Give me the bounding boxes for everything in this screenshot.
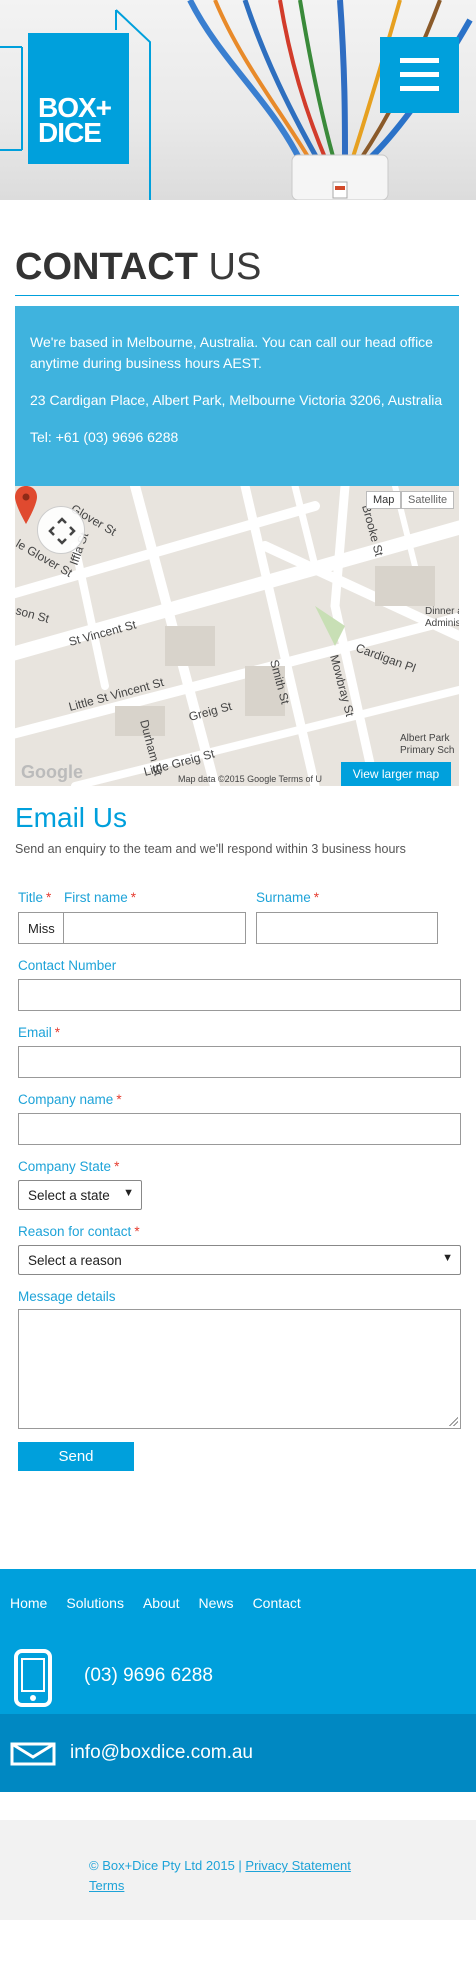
- boxdice-logo[interactable]: BOX+ DICE: [28, 33, 129, 164]
- hamburger-icon: [400, 58, 439, 63]
- footer-link-solutions[interactable]: Solutions: [66, 1595, 124, 1611]
- svg-text:Cardigan Pl: Cardigan Pl: [354, 641, 418, 676]
- email-us-title: Email Us: [15, 802, 128, 833]
- menu-button[interactable]: [380, 37, 459, 113]
- logo-wordmark: BOX+ DICE: [38, 92, 112, 148]
- privacy-link[interactable]: Privacy Statement: [245, 1858, 351, 1873]
- surname-field[interactable]: [256, 912, 438, 944]
- svg-text:Albert Park: Albert Park: [400, 733, 450, 744]
- chevron-down-icon: ▼: [442, 1252, 453, 1264]
- google-map[interactable]: Glover St le Glover St Iffla St St Vince…: [15, 486, 459, 786]
- reason-select[interactable]: Select a reason ▼: [18, 1245, 461, 1275]
- title-field[interactable]: Miss: [18, 912, 64, 944]
- svg-text:Dinner a: Dinner a: [425, 606, 459, 617]
- footer-links: Home Solutions About News Contact: [10, 1595, 320, 1611]
- company-state-select[interactable]: Select a state ▼: [18, 1180, 142, 1210]
- google-logo: Google: [21, 762, 83, 782]
- mobile-phone-icon: [14, 1649, 52, 1707]
- terms-link[interactable]: Terms: [89, 1878, 124, 1893]
- envelope-icon: [10, 1742, 56, 1766]
- footer-link-home[interactable]: Home: [10, 1595, 47, 1611]
- footer-nav: Home Solutions About News Contact (03) 9…: [0, 1569, 476, 1714]
- page-title: CONTACT US: [15, 246, 262, 288]
- surname-label: Surname *: [256, 890, 320, 905]
- contact-number-label: Contact Number: [18, 958, 117, 973]
- header-banner: BOX+ DICE: [0, 0, 476, 200]
- view-larger-map-link[interactable]: View larger map: [341, 762, 451, 786]
- title-label: Title *: [18, 890, 52, 905]
- message-textarea[interactable]: [18, 1309, 461, 1429]
- svg-text:son St: son St: [15, 603, 51, 626]
- company-name-label: Company name *: [18, 1092, 122, 1107]
- fullscreen-icon[interactable]: [37, 506, 85, 554]
- satellite-view-toggle[interactable]: Satellite: [401, 491, 455, 509]
- email-field[interactable]: [18, 1046, 461, 1078]
- first-name-label: First name *: [64, 890, 137, 905]
- contact-intro: We're based in Melbourne, Australia. You…: [30, 334, 433, 371]
- first-name-field[interactable]: [63, 912, 246, 944]
- message-label: Message details: [18, 1289, 116, 1304]
- svg-text:Primary Sch: Primary Sch: [400, 745, 454, 756]
- contact-tel: Tel: +61 (03) 9696 6288: [30, 429, 179, 445]
- send-button[interactable]: Send: [18, 1442, 134, 1471]
- company-state-label: Company State *: [18, 1159, 120, 1174]
- footer-link-news[interactable]: News: [199, 1595, 234, 1611]
- copyright: © Box+Dice Pty Ltd 2015 | Privacy Statem…: [89, 1858, 351, 1893]
- footer-email-bar: info@boxdice.com.au: [0, 1714, 476, 1792]
- footer-link-contact[interactable]: Contact: [253, 1595, 301, 1611]
- footer-link-about[interactable]: About: [143, 1595, 180, 1611]
- reason-label: Reason for contact *: [18, 1224, 140, 1239]
- email-label: Email *: [18, 1025, 61, 1040]
- chevron-down-icon: ▼: [123, 1187, 134, 1199]
- map-attribution[interactable]: Map data ©2015 Google Terms of U: [178, 774, 322, 784]
- svg-text:Administ: Administ: [425, 618, 459, 629]
- company-name-field[interactable]: [18, 1113, 461, 1145]
- footer-bottom: © Box+Dice Pty Ltd 2015 | Privacy Statem…: [0, 1820, 476, 1920]
- location-pin-icon[interactable]: [15, 486, 37, 524]
- resize-handle-icon[interactable]: [448, 1416, 458, 1426]
- footer-phone[interactable]: (03) 9696 6288: [84, 1665, 213, 1687]
- email-us-subtitle: Send an enquiry to the team and we'll re…: [15, 842, 406, 856]
- contact-info-box: We're based in Melbourne, Australia. You…: [15, 306, 459, 486]
- title-divider: [15, 295, 459, 296]
- contact-address: 23 Cardigan Place, Albert Park, Melbourn…: [30, 392, 443, 408]
- contact-number-field[interactable]: [18, 979, 461, 1011]
- map-view-toggle[interactable]: Map: [366, 491, 402, 509]
- footer-email[interactable]: info@boxdice.com.au: [70, 1742, 253, 1764]
